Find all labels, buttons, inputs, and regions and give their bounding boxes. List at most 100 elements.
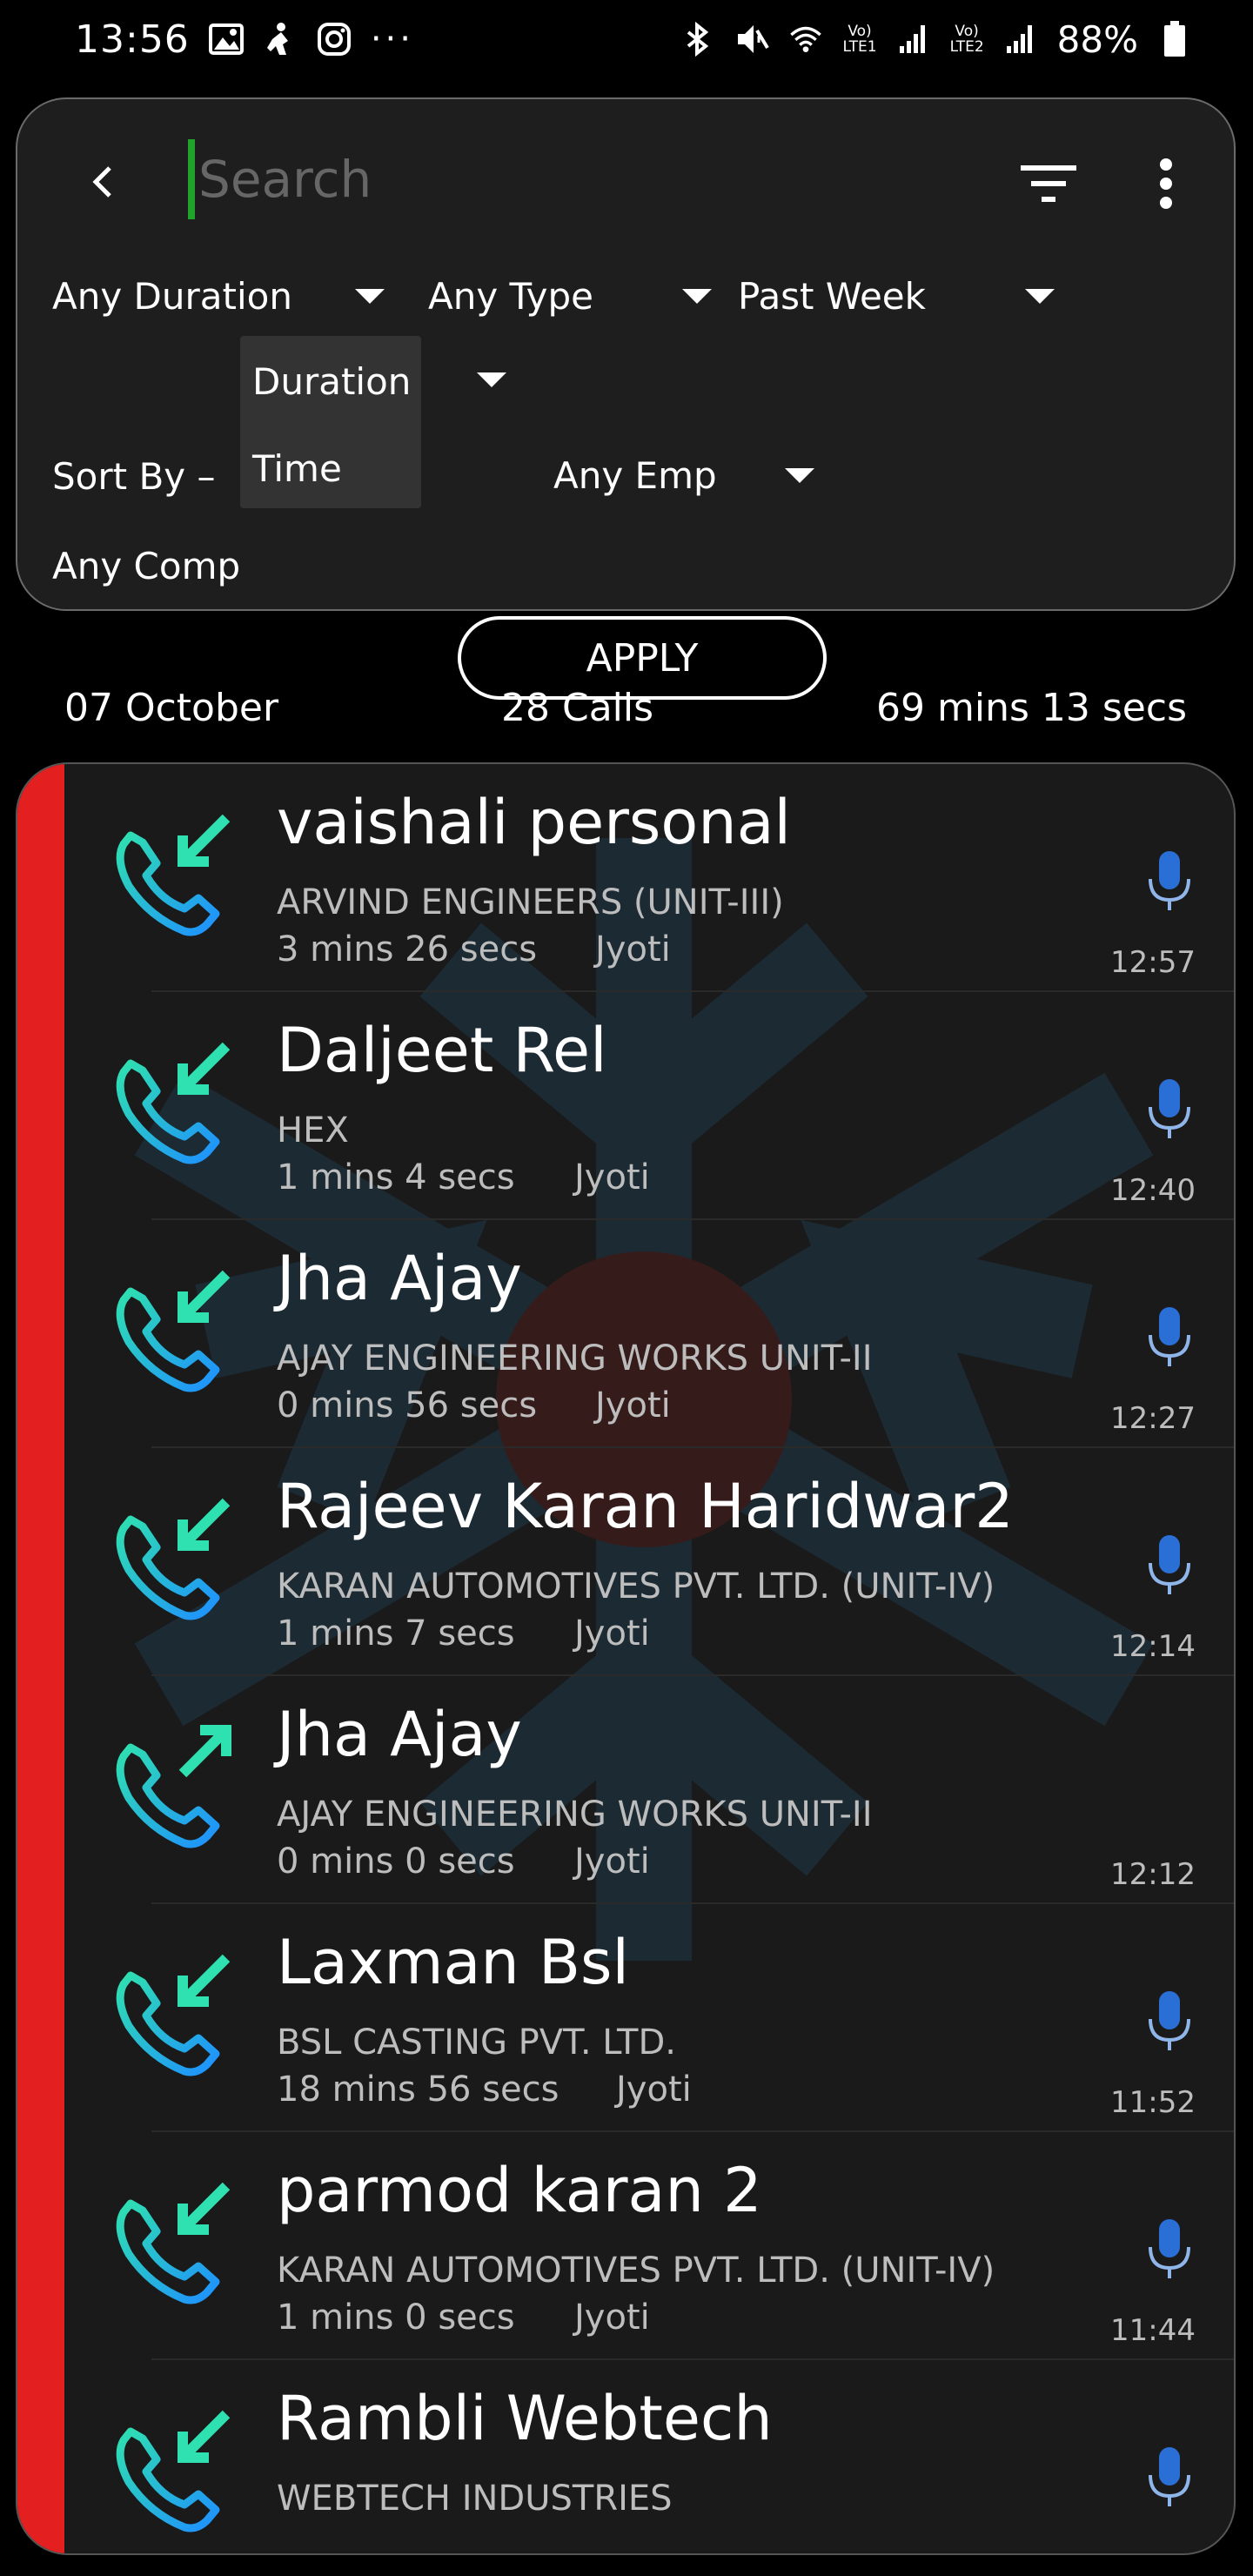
image-icon: [208, 22, 244, 57]
call-time: 12:40: [1110, 1173, 1196, 1208]
sort-dropdown-menu[interactable]: Duration Time: [240, 336, 421, 508]
call-row[interactable]: vaishali personal ARVIND ENGINEERS (UNIT…: [64, 764, 1234, 992]
call-row[interactable]: Jha Ajay AJAY ENGINEERING WORKS UNIT-II …: [64, 1220, 1234, 1448]
contact-name: parmod karan 2: [277, 2155, 762, 2226]
dropdown-arrow-icon: [1025, 288, 1055, 304]
sort-dropdown-arrow-icon[interactable]: [477, 372, 506, 387]
call-time: 12:27: [1110, 1401, 1196, 1436]
summary-date: 07 October: [64, 686, 279, 730]
fitness-icon: [263, 22, 298, 57]
period-dropdown[interactable]: Past Week: [738, 270, 1055, 322]
recording-mic-icon[interactable]: [1143, 1989, 1196, 2056]
signal-icon: [1003, 22, 1038, 57]
call-employee: Jyoti: [574, 1841, 650, 1882]
contact-company: ARVIND ENGINEERS (UNIT-III): [277, 882, 784, 922]
filter-panel: Any Duration Any Type Past Week Sort By …: [16, 97, 1236, 700]
recording-mic-icon[interactable]: [1143, 2445, 1196, 2512]
recording-mic-icon[interactable]: [1143, 1077, 1196, 1144]
status-time: 13:56: [75, 17, 190, 62]
sort-option-time[interactable]: Time: [252, 447, 342, 490]
contact-name: Rajeev Karan Haridwar2: [277, 1471, 1014, 1542]
incoming-call-icon: [116, 1042, 231, 1164]
contact-name: Daljeet Rel: [277, 1015, 607, 1086]
instagram-icon: [317, 22, 352, 57]
dropdown-arrow-icon: [682, 288, 712, 304]
filter-icon[interactable]: [1009, 153, 1088, 214]
contact-company: WEBTECH INDUSTRIES: [277, 2479, 673, 2519]
call-duration: 3 mins 26 secs: [277, 929, 538, 969]
signal-icon: [896, 22, 931, 57]
call-duration: 18 mins 56 secs: [277, 2070, 559, 2110]
bluetooth-icon: [680, 22, 715, 57]
sim1-label: Vo) LTE1: [842, 23, 877, 56]
call-time: 11:52: [1110, 2085, 1196, 2120]
battery-icon: [1157, 21, 1192, 57]
back-arrow-icon: [92, 166, 111, 198]
call-employee: Jyoti: [616, 2070, 692, 2110]
status-bar: 13:56 ··· Vo) LTE1 Vo) LTE2 88%: [0, 0, 1253, 78]
call-time: 12:12: [1110, 1857, 1196, 1892]
contact-name: vaishali personal: [277, 787, 791, 858]
call-row[interactable]: Rambli Webtech WEBTECH INDUSTRIES: [64, 2360, 1234, 2553]
contact-company: KARAN AUTOMOTIVES PVT. LTD. (UNIT-IV): [277, 1566, 995, 1607]
employee-dropdown[interactable]: Any Emp: [553, 449, 814, 501]
employee-dropdown-label: Any Emp: [553, 453, 717, 497]
recording-mic-icon[interactable]: [1143, 1533, 1196, 1600]
contact-name: Laxman Bsl: [277, 1927, 629, 1998]
contact-company: KARAN AUTOMOTIVES PVT. LTD. (UNIT-IV): [277, 2251, 995, 2291]
call-row[interactable]: Laxman Bsl BSL CASTING PVT. LTD. 18 mins…: [64, 1904, 1234, 2132]
contact-company: BSL CASTING PVT. LTD.: [277, 2023, 677, 2063]
call-duration: 1 mins 0 secs: [277, 2298, 515, 2338]
contact-company: AJAY ENGINEERING WORKS UNIT-II: [277, 1794, 873, 1835]
company-dropdown[interactable]: Any Compa: [52, 545, 242, 587]
call-time: 12:14: [1110, 1629, 1196, 1664]
period-dropdown-label: Past Week: [738, 274, 926, 318]
incoming-call-icon: [116, 2182, 231, 2304]
call-row[interactable]: Daljeet Rel HEX 1 mins 4 secs Jyoti 12:4…: [64, 992, 1234, 1220]
back-button[interactable]: [71, 151, 132, 212]
incoming-call-icon: [116, 814, 231, 936]
contact-name: Jha Ajay: [277, 1699, 522, 1770]
battery-level: 88%: [1056, 17, 1138, 61]
contact-company: AJAY ENGINEERING WORKS UNIT-II: [277, 1338, 873, 1379]
duration-dropdown-label: Any Duration: [52, 274, 292, 318]
call-duration: 0 mins 0 secs: [277, 1841, 515, 1882]
incoming-call-icon: [116, 1270, 231, 1392]
wifi-icon: [788, 22, 823, 57]
mute-icon: [734, 22, 770, 57]
call-duration: 1 mins 7 secs: [277, 1613, 515, 1654]
search-box[interactable]: [188, 136, 867, 223]
incoming-call-icon: [116, 1498, 231, 1620]
call-employee: Jyoti: [595, 929, 671, 969]
sort-option-duration[interactable]: Duration: [252, 360, 411, 403]
recording-mic-icon[interactable]: [1143, 2217, 1196, 2284]
search-input[interactable]: [197, 149, 844, 210]
call-employee: Jyoti: [574, 1613, 650, 1654]
summary-call-count: 28 Calls: [501, 686, 654, 730]
call-time: 11:44: [1110, 2313, 1196, 2348]
call-duration: 1 mins 4 secs: [277, 1157, 515, 1197]
incoming-call-icon: [116, 1954, 231, 2076]
summary-total-duration: 69 mins 13 secs: [876, 686, 1187, 730]
outgoing-call-icon: [116, 1725, 231, 1848]
recording-mic-icon[interactable]: [1143, 849, 1196, 916]
recording-mic-icon[interactable]: [1143, 1305, 1196, 1372]
more-dots-icon: ···: [370, 19, 414, 59]
call-row[interactable]: Jha Ajay AJAY ENGINEERING WORKS UNIT-II …: [64, 1676, 1234, 1904]
call-list[interactable]: vaishali personal ARVIND ENGINEERS (UNIT…: [16, 762, 1236, 2555]
duration-dropdown[interactable]: Any Duration: [52, 270, 385, 322]
dropdown-arrow-icon: [355, 288, 385, 304]
dropdown-arrow-icon: [785, 467, 814, 483]
call-row[interactable]: Rajeev Karan Haridwar2 KARAN AUTOMOTIVES…: [64, 1448, 1234, 1676]
call-duration: 0 mins 56 secs: [277, 1385, 538, 1426]
sim2-label: Vo) LTE2: [949, 23, 984, 56]
contact-name: Rambli Webtech: [277, 2383, 773, 2454]
type-dropdown[interactable]: Any Type: [428, 270, 712, 322]
type-dropdown-label: Any Type: [428, 274, 594, 318]
call-employee: Jyoti: [595, 1385, 671, 1426]
sort-by-label: Sort By –: [52, 455, 216, 498]
call-row[interactable]: parmod karan 2 KARAN AUTOMOTIVES PVT. LT…: [64, 2132, 1234, 2360]
overflow-menu-icon[interactable]: [1136, 150, 1196, 218]
incoming-call-icon: [116, 2410, 231, 2532]
call-time: 12:57: [1110, 945, 1196, 980]
